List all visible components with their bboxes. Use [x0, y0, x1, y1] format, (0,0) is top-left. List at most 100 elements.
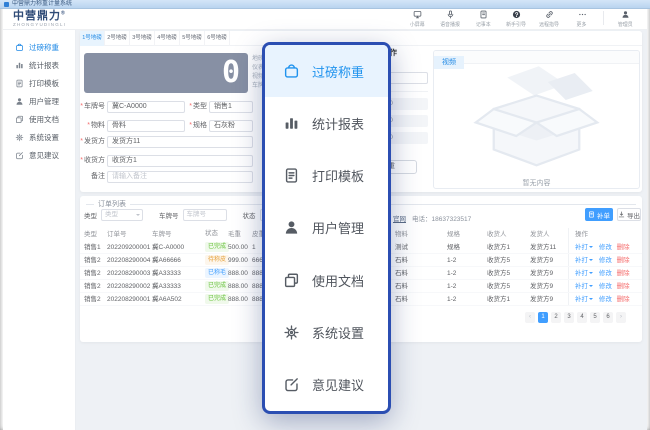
- menu-item-label: 用户管理: [312, 218, 364, 237]
- header-tool-button[interactable]: 远程指导: [537, 10, 561, 28]
- sidebar-item[interactable]: 系统设置: [3, 128, 75, 146]
- delete-link[interactable]: 删除: [617, 270, 630, 277]
- menu-item[interactable]: 统计报表: [265, 97, 388, 149]
- prev-page-button[interactable]: ‹: [525, 312, 535, 323]
- edit-link[interactable]: 修改: [599, 296, 612, 303]
- app-window: 中营鼎力称重计量系统 中营鼎力® ZHONGYUDINGLI 小屏幕 语音播报: [0, 0, 650, 430]
- page-button[interactable]: 2: [551, 312, 561, 323]
- cell-receiver: 收货方5: [487, 267, 510, 280]
- edit-link[interactable]: 修改: [599, 270, 612, 277]
- page-button[interactable]: 6: [603, 312, 613, 323]
- supplement-order-button[interactable]: 补单: [585, 208, 613, 221]
- sidebar-item[interactable]: 意见建议: [3, 146, 75, 164]
- filter-type-select[interactable]: 类型: [101, 209, 143, 221]
- add-order-icon: [588, 211, 595, 218]
- reprint-link[interactable]: 补打: [575, 296, 588, 303]
- header-toolbar: 小屏幕 语音播报 记事本 新手引导: [405, 10, 647, 28]
- cell-plate: 冀A6A502: [152, 293, 182, 306]
- reprint-link[interactable]: 补打: [575, 283, 588, 290]
- edit-link[interactable]: 修改: [599, 283, 612, 290]
- next-page-button[interactable]: ›: [616, 312, 626, 323]
- chart-icon: [283, 115, 300, 132]
- window-title: 中营鼎力称重计量系统: [12, 0, 72, 9]
- header-tool-button[interactable]: 记事本: [471, 10, 495, 28]
- status-badge: 待称皮: [205, 255, 229, 265]
- cell-sender: 发货方11: [530, 241, 556, 254]
- cell-plate: 冀A33333: [152, 267, 181, 280]
- delete-link[interactable]: 删除: [617, 283, 630, 290]
- header-tool-button[interactable]: 更多: [570, 10, 594, 28]
- website-link[interactable]: 官网: [393, 213, 406, 223]
- menu-item[interactable]: 用户管理: [265, 202, 388, 254]
- logo-reg-mark: ®: [61, 10, 66, 16]
- cell-sender: 发货方9: [530, 267, 553, 280]
- user-icon: [283, 219, 300, 236]
- menu-item-label: 意见建议: [312, 375, 364, 394]
- spec-select[interactable]: 石灰粉: [209, 120, 253, 132]
- weighbridge-tab[interactable]: 5号地磅: [180, 31, 205, 46]
- status-badge: 已完成: [205, 242, 229, 252]
- material-input[interactable]: 骨料: [107, 120, 185, 132]
- notebook-icon: [479, 10, 488, 19]
- header-tool-label: 小屏幕: [410, 20, 425, 27]
- weight-value: 0: [222, 55, 240, 90]
- sidebar-item-label: 过磅称重: [29, 42, 59, 53]
- page-button[interactable]: 4: [577, 312, 587, 323]
- cell-gross: 888.00: [228, 280, 248, 293]
- weighbridge-tab[interactable]: 2号地磅: [105, 31, 130, 46]
- remark-label: 备注: [80, 171, 105, 183]
- edit-link[interactable]: 修改: [599, 244, 612, 251]
- page-button[interactable]: 3: [564, 312, 574, 323]
- reprint-link[interactable]: 补打: [575, 270, 588, 277]
- header-tool-button[interactable]: 语音播报: [438, 10, 462, 28]
- titlebar: 中营鼎力称重计量系统: [0, 0, 650, 9]
- cell-operations: 补打 修改 删除: [575, 293, 630, 306]
- menu-item[interactable]: 系统设置: [265, 306, 388, 358]
- user-icon: [15, 97, 24, 106]
- avatar-icon: [621, 10, 630, 19]
- edit-link[interactable]: 修改: [599, 257, 612, 264]
- type-select[interactable]: 销售1: [209, 101, 253, 113]
- header-tool-button[interactable]: 小屏幕: [405, 10, 429, 28]
- export-button[interactable]: 导出: [617, 208, 641, 221]
- cell-operations: 补打 修改 删除: [575, 254, 630, 267]
- settings-icon: [15, 133, 24, 142]
- export-icon: [618, 211, 625, 218]
- sidebar-item[interactable]: 打印模板: [3, 74, 75, 92]
- header-tool-label: 远程指导: [539, 20, 559, 27]
- menu-item[interactable]: 过磅称重: [265, 45, 388, 97]
- sidebar-item[interactable]: 统计报表: [3, 56, 75, 74]
- cell-spec: 1-2: [447, 293, 456, 306]
- reprint-link[interactable]: 补打: [575, 244, 588, 251]
- receiver-input[interactable]: 收货方1: [107, 155, 253, 167]
- weighbridge-tab[interactable]: 1号地磅: [80, 31, 105, 46]
- caret-down-icon: [589, 298, 593, 302]
- weighbridge-tab[interactable]: 6号地磅: [205, 31, 230, 46]
- delete-link[interactable]: 删除: [617, 296, 630, 303]
- filter-type-label: 类型: [84, 210, 97, 220]
- sender-input[interactable]: 发货方11: [107, 136, 253, 148]
- menu-item[interactable]: 意见建议: [265, 359, 388, 411]
- sidebar-item[interactable]: 用户管理: [3, 92, 75, 110]
- sidebar-item[interactable]: 过磅称重: [3, 38, 75, 56]
- cell-material: 石料: [395, 280, 408, 293]
- remark-input[interactable]: 请输入备注: [107, 171, 253, 183]
- cell-material: 测试: [395, 241, 408, 254]
- reprint-link[interactable]: 补打: [575, 257, 588, 264]
- sidebar-item-label: 使用文档: [29, 114, 59, 125]
- menu-item[interactable]: 使用文档: [265, 254, 388, 306]
- sidebar-item[interactable]: 使用文档: [3, 110, 75, 128]
- delete-link[interactable]: 删除: [617, 244, 630, 251]
- plate-input[interactable]: 冀C-A0000: [107, 101, 185, 113]
- weighbridge-tab[interactable]: 3号地磅: [130, 31, 155, 46]
- header-tool-button[interactable]: 新手引导: [504, 10, 528, 28]
- menu-item[interactable]: 打印模板: [265, 150, 388, 202]
- page-button[interactable]: 5: [590, 312, 600, 323]
- admin-user-button[interactable]: 管理员: [613, 10, 637, 28]
- footer-phone: 电话：18637323517: [412, 213, 471, 223]
- menu-item-label: 使用文档: [312, 271, 364, 290]
- page-button[interactable]: 1: [538, 312, 548, 323]
- filter-plate-input[interactable]: 车牌号: [183, 209, 227, 221]
- weighbridge-tab[interactable]: 4号地磅: [155, 31, 180, 46]
- delete-link[interactable]: 删除: [617, 257, 630, 264]
